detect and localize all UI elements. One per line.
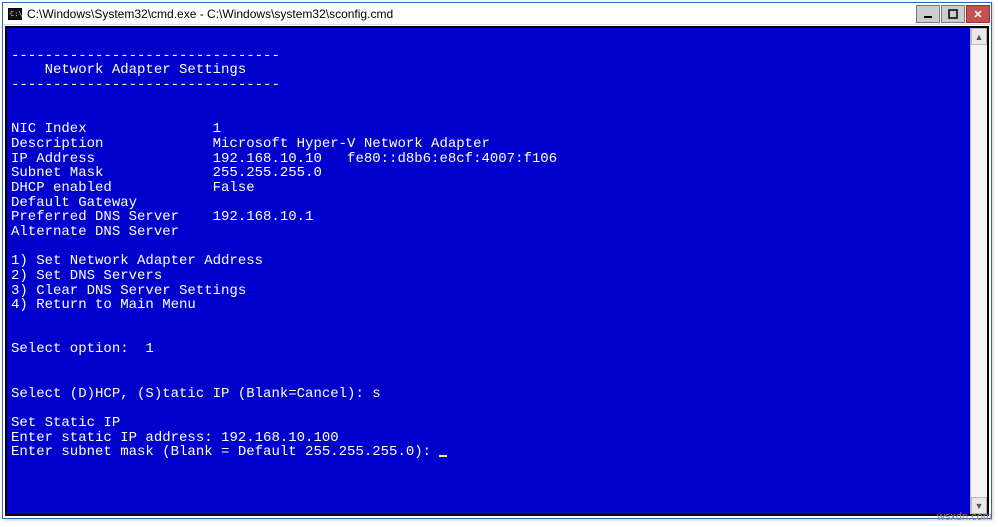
field-value: Microsoft Hyper-V Network Adapter <box>213 136 490 152</box>
section-rule: -------------------------------- <box>11 48 280 64</box>
field-label: Description <box>11 137 213 152</box>
field-label: DHCP enabled <box>11 181 213 196</box>
menu-item: 3) Clear DNS Server Settings <box>11 283 246 299</box>
client-area: -------------------------------- Network… <box>5 26 989 516</box>
cursor-icon <box>439 455 447 457</box>
field-value: 192.168.10.10 fe80::d8b6:e8cf:4007:f106 <box>213 151 557 167</box>
window-controls <box>916 3 991 24</box>
watermark: wsxdn.com <box>937 511 992 523</box>
field-value: 255.255.255.0 <box>213 165 322 181</box>
titlebar[interactable]: C:\ C:\Windows\System32\cmd.exe - C:\Win… <box>3 3 991 25</box>
window-title: C:\Windows\System32\cmd.exe - C:\Windows… <box>27 7 916 21</box>
field-label: Preferred DNS Server <box>11 210 213 225</box>
cmd-icon: C:\ <box>7 6 23 22</box>
menu-item: 4) Return to Main Menu <box>11 297 196 313</box>
subheading: Set Static IP <box>11 415 120 431</box>
field-label: Subnet Mask <box>11 166 213 181</box>
section-rule: -------------------------------- <box>11 77 280 93</box>
menu-item: 1) Set Network Adapter Address <box>11 253 263 269</box>
svg-text:C:\: C:\ <box>10 10 22 18</box>
close-button[interactable] <box>966 5 990 23</box>
scroll-up-button[interactable]: ▲ <box>971 28 987 45</box>
field-value: 192.168.10.1 <box>213 209 314 225</box>
field-value: False <box>213 180 255 196</box>
prompt-label: Select option: <box>11 341 145 357</box>
prompt-label: Enter static IP address: <box>11 430 221 446</box>
field-label: Default Gateway <box>11 196 213 211</box>
prompt-label: Select (D)HCP, (S)tatic IP (Blank=Cancel… <box>11 386 372 402</box>
field-label: NIC Index <box>11 122 213 137</box>
minimize-button[interactable] <box>916 5 940 23</box>
user-input: 192.168.10.100 <box>221 430 339 446</box>
field-value: 1 <box>213 121 221 137</box>
section-title: Network Adapter Settings <box>11 62 246 78</box>
maximize-button[interactable] <box>941 5 965 23</box>
field-label: Alternate DNS Server <box>11 225 213 240</box>
console-output[interactable]: -------------------------------- Network… <box>7 28 970 514</box>
menu-item: 2) Set DNS Servers <box>11 268 162 284</box>
app-window: C:\ C:\Windows\System32\cmd.exe - C:\Win… <box>2 2 992 519</box>
user-input: 1 <box>145 341 153 357</box>
vertical-scrollbar[interactable]: ▲ ▼ <box>970 28 987 514</box>
prompt-label: Enter subnet mask (Blank = Default 255.2… <box>11 444 439 460</box>
field-label: IP Address <box>11 152 213 167</box>
scroll-track[interactable] <box>971 45 987 497</box>
user-input: s <box>372 386 380 402</box>
